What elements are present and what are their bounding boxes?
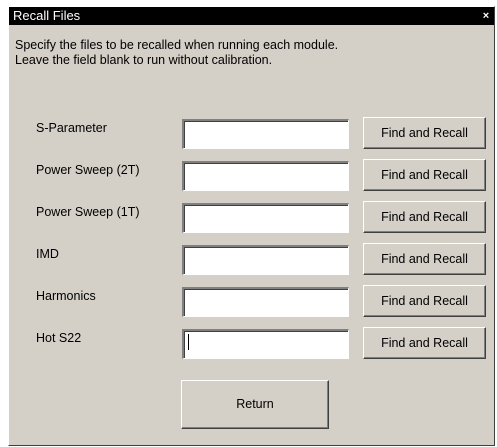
- harmonics-find-and-recall-button[interactable]: Find and Recall: [363, 285, 486, 317]
- hot-s22-label: Hot S22: [36, 331, 82, 345]
- recall-files-dialog: Recall Files × Specify the files to be r…: [8, 6, 495, 446]
- power-sweep-1t-field[interactable]: [182, 203, 349, 233]
- hot-s22-field[interactable]: [182, 329, 349, 359]
- s-parameter-field[interactable]: [182, 119, 349, 149]
- harmonics-field[interactable]: [182, 287, 349, 317]
- s-parameter-label: S-Parameter: [36, 121, 107, 135]
- instruction-line-2: Leave the field blank to run without cal…: [15, 53, 273, 67]
- hot-s22-find-and-recall-button[interactable]: Find and Recall: [363, 327, 486, 359]
- title-bar[interactable]: Recall Files ×: [9, 7, 494, 25]
- imd-find-and-recall-button[interactable]: Find and Recall: [363, 243, 486, 275]
- text-caret: [188, 334, 189, 350]
- power-sweep-2t-field[interactable]: [182, 161, 349, 191]
- hot-s22-field-wrapper: [182, 329, 349, 359]
- harmonics-label: Harmonics: [36, 289, 96, 303]
- window-title: Recall Files: [13, 8, 81, 23]
- instructions: Specify the files to be recalled when ru…: [15, 38, 338, 68]
- power-sweep-1t-find-and-recall-button[interactable]: Find and Recall: [363, 201, 486, 233]
- instruction-line-1: Specify the files to be recalled when ru…: [15, 38, 339, 52]
- return-button[interactable]: Return: [181, 380, 329, 429]
- power-sweep-2t-label: Power Sweep (2T): [36, 163, 140, 177]
- close-icon[interactable]: ×: [480, 10, 492, 22]
- imd-field[interactable]: [182, 245, 349, 275]
- imd-label: IMD: [36, 247, 59, 261]
- power-sweep-1t-label: Power Sweep (1T): [36, 205, 140, 219]
- s-parameter-find-and-recall-button[interactable]: Find and Recall: [363, 117, 486, 149]
- power-sweep-2t-find-and-recall-button[interactable]: Find and Recall: [363, 159, 486, 191]
